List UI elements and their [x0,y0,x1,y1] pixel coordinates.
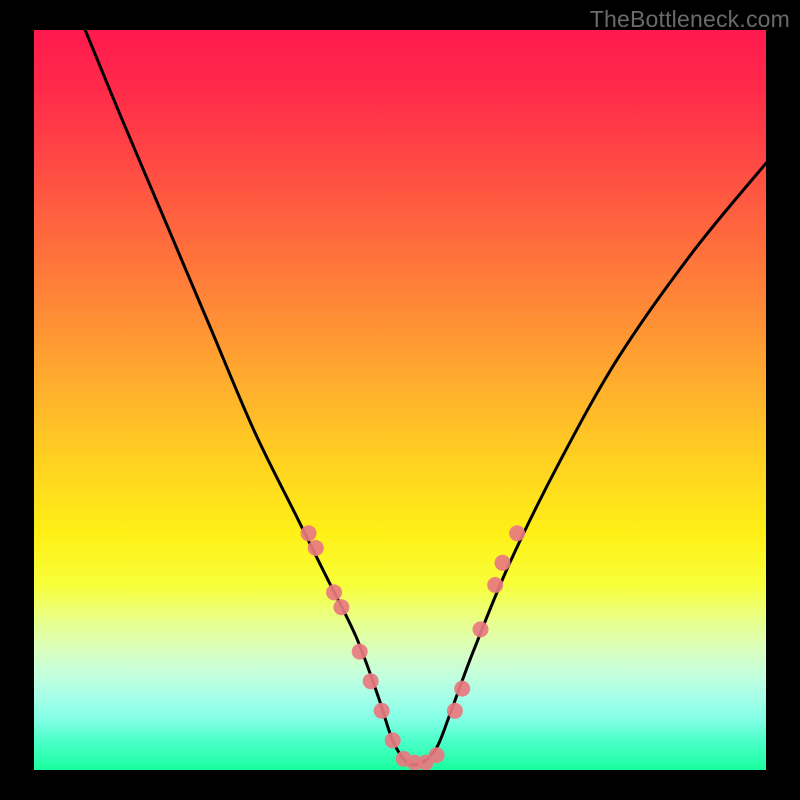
curve-markers [301,525,526,770]
curve-marker [374,703,390,719]
curve-marker [429,747,445,763]
curve-marker [454,681,470,697]
curve-marker [447,703,463,719]
curve-marker [509,525,525,541]
curve-marker [333,599,349,615]
curve-marker [473,621,489,637]
curve-layer [34,30,766,770]
curve-marker [326,584,342,600]
curve-marker [352,644,368,660]
bottleneck-curve [85,30,766,765]
chart-frame: TheBottleneck.com [0,0,800,800]
bottleneck-curve-path [85,30,766,765]
curve-marker [301,525,317,541]
curve-marker [385,732,401,748]
curve-marker [495,555,511,571]
curve-marker [487,577,503,593]
curve-marker [363,673,379,689]
plot-area [34,30,766,770]
watermark-text: TheBottleneck.com [590,6,790,33]
curve-marker [308,540,324,556]
